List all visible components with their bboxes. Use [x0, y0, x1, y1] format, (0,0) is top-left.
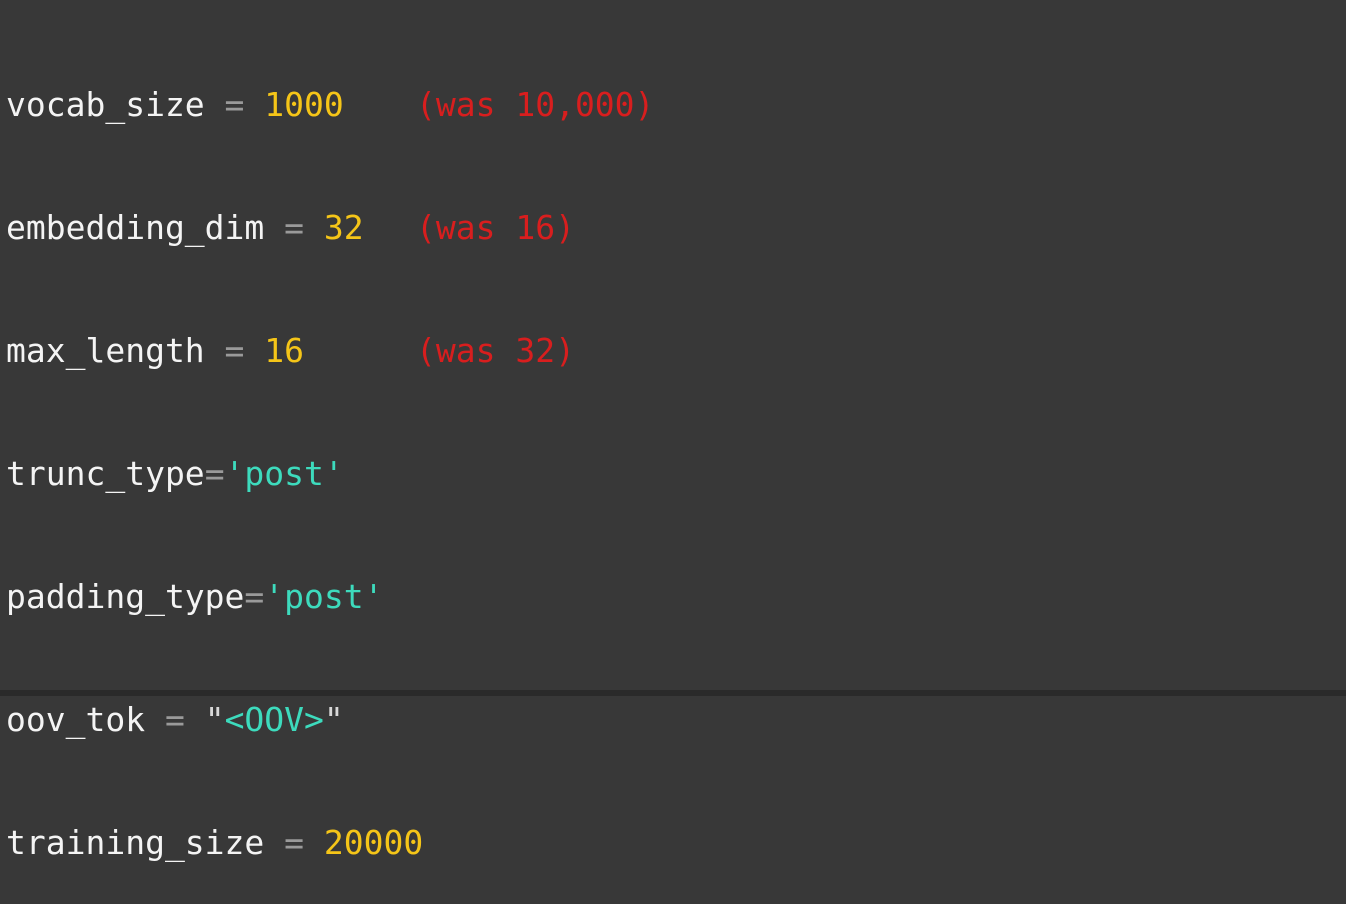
assignment-operator: =	[244, 577, 265, 616]
change-annotation: (was 10,000)	[416, 85, 655, 124]
number-literal: 20000	[323, 823, 424, 862]
assignment-operator: =	[145, 700, 205, 739]
code-line-vocab-size: vocab_size = 1000 (was 10,000)	[6, 84, 654, 125]
code-line-training-size: training_size = 20000	[6, 822, 423, 863]
variable-name: padding_type	[6, 577, 245, 616]
string-quote-open: "	[204, 700, 225, 739]
number-literal: 32	[323, 208, 364, 247]
variable-name: trunc_type	[6, 454, 205, 493]
variable-name: oov_tok	[6, 700, 146, 739]
assignment-operator: =	[264, 823, 324, 862]
string-literal: <OOV>	[224, 700, 324, 739]
number-literal: 1000	[264, 85, 344, 124]
change-annotation: (was 16)	[416, 208, 575, 247]
assignment-operator: =	[204, 454, 225, 493]
code-line-oov-tok: oov_tok = "<OOV>"	[6, 699, 423, 740]
string-literal: 'post'	[264, 577, 384, 616]
assignment-operator: =	[204, 331, 265, 370]
code-line-padding-type: padding_type='post'	[6, 576, 423, 617]
change-annotation: (was 32)	[416, 331, 575, 370]
variable-name: embedding_dim	[6, 208, 265, 247]
assignment-operator: =	[204, 85, 265, 124]
bottom-edge-bar	[0, 690, 1346, 696]
string-literal: 'post'	[224, 454, 344, 493]
string-quote-close: "	[323, 700, 344, 739]
code-block: vocab_size = 1000 (was 10,000) embedding_…	[6, 2, 654, 904]
code-line-max-length: max_length = 16 (was 32)	[6, 330, 575, 371]
code-line-embedding-dim: embedding_dim = 32 (was 16)	[6, 207, 575, 248]
variable-name: training_size	[6, 823, 265, 862]
variable-name: max_length	[6, 331, 205, 370]
assignment-operator: =	[264, 208, 324, 247]
number-literal: 16	[264, 331, 305, 370]
code-line-trunc-type: trunc_type='post'	[6, 453, 423, 494]
variable-name: vocab_size	[6, 85, 205, 124]
